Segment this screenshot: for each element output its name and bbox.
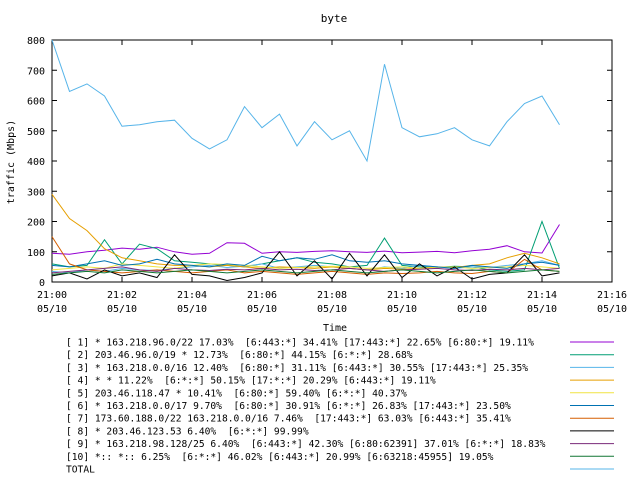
- y-tick-label: 700: [27, 66, 45, 77]
- legend-label: [ 2] 203.46.96.0/19 * 12.73% [6:80:*] 44…: [66, 350, 413, 361]
- x-tick-date: 05/10: [387, 304, 417, 315]
- y-tick-label: 100: [27, 248, 45, 259]
- y-axis-label: traffic (Mbps): [6, 120, 17, 204]
- x-tick-date: 05/10: [177, 304, 207, 315]
- x-tick-time: 21:08: [317, 290, 347, 301]
- x-tick-date: 05/10: [107, 304, 137, 315]
- y-tick-label: 800: [27, 36, 45, 47]
- x-tick-time: 21:10: [387, 290, 417, 301]
- legend-label: [ 3] * 163.218.0.0/16 12.40% [6:80:*] 31…: [66, 363, 528, 374]
- x-tick-date: 05/10: [317, 304, 347, 315]
- x-tick-time: 21:16: [597, 290, 627, 301]
- series-line-total: [51, 39, 560, 163]
- series-line-1: [51, 224, 560, 255]
- y-tick-label: 600: [27, 97, 45, 108]
- legend-label: [ 9] * 163.218.98.128/25 6.40% [6:443:*]…: [66, 439, 546, 450]
- y-tick-label: 400: [27, 157, 45, 168]
- x-tick-date: 05/10: [527, 304, 557, 315]
- y-tick-label: 200: [27, 218, 45, 229]
- x-tick-time: 21:04: [177, 290, 207, 301]
- x-tick-date: 05/10: [247, 304, 277, 315]
- x-tick-time: 21:12: [457, 290, 487, 301]
- x-tick-time: 21:06: [247, 290, 277, 301]
- x-tick-date: 05/10: [457, 304, 487, 315]
- legend-label: [ 4] * * 11.22% [6:*:*] 50.15% [17:*:*] …: [66, 376, 436, 387]
- x-tick-time: 21:02: [107, 290, 137, 301]
- legend-label: [ 5] 203.46.118.47 * 10.41% [6:80:*] 59.…: [66, 388, 407, 399]
- legend-label: [10] *:: *:: 6.25% [6:*:*] 46.02% [6:443…: [66, 452, 494, 463]
- legend-label: [ 1] * 163.218.96.0/22 17.03% [6:443:*] …: [66, 338, 534, 349]
- legend-label: [ 7] 173.60.188.0/22 163.218.0.0/16 7.46…: [66, 414, 511, 425]
- y-tick-label: 0: [39, 278, 45, 289]
- chart-svg: byte traffic (Mbps) Time 0 100 200 300 400 50…: [6, 12, 627, 476]
- series-layer: [51, 39, 560, 282]
- x-tick-time: 21:14: [527, 290, 557, 301]
- x-axis-label: Time: [323, 323, 347, 334]
- legend: [ 1] * 163.218.96.0/22 17.03% [6:443:*] …: [66, 338, 614, 476]
- legend-label: [ 6] * 163.218.0.0/17 9.70% [6:80:*] 30.…: [66, 401, 511, 412]
- x-tick-time: 21:00: [37, 290, 67, 301]
- chart: byte traffic (Mbps) Time 0 100 200 300 400 50…: [0, 0, 640, 480]
- plot-frame: [51, 39, 613, 283]
- x-tick-date: 05/10: [37, 304, 67, 315]
- y-tick-label: 500: [27, 127, 45, 138]
- chart-title: byte: [321, 12, 348, 25]
- legend-label: TOTAL: [66, 465, 95, 476]
- x-tick-date: 05/10: [597, 304, 627, 315]
- series-line-2: [51, 220, 560, 272]
- y-tick-label: 300: [27, 187, 45, 198]
- legend-label: [ 8] * 203.46.123.53 6.40% [6:*:*] 99.99…: [66, 426, 309, 437]
